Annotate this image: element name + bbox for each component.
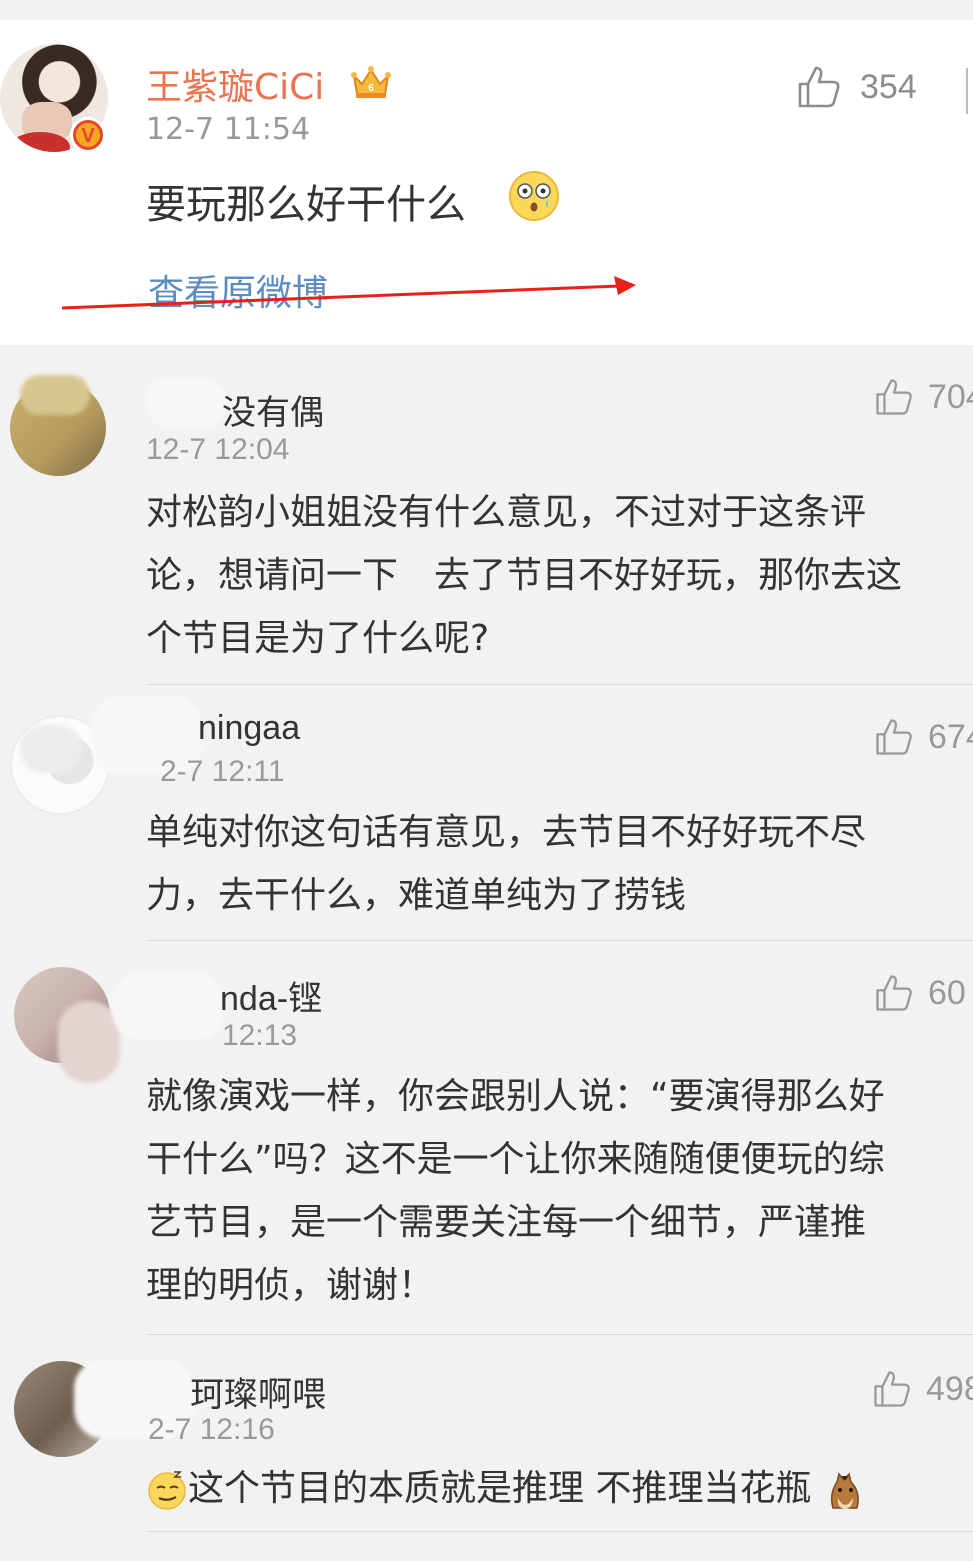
divider [146,684,973,685]
top-strip [0,0,973,20]
verified-badge-icon: V [70,117,106,153]
author-name[interactable]: 王紫璇CiCi [146,58,324,110]
like-count: 60 [928,973,966,1012]
comment-time: 2-7 12:16 [148,1413,275,1446]
weibo-comments-screen: V 王紫璇CiCi 6 12-7 11:54 要玩那么好干什么 查看原微博 35… [0,0,973,1561]
like-count: 498 [926,1369,973,1408]
divider [146,1531,973,1532]
like-count: 674 [928,717,973,756]
comment-author[interactable]: 没有偶 [222,385,324,434]
comment-author[interactable]: 珂璨啊喂 [190,1367,326,1416]
post-time: 12-7 11:54 [146,112,311,147]
comment-author[interactable]: nda-铿 [220,971,322,1020]
thumbs-up-icon [876,719,912,755]
smirk-emoji [148,1471,186,1510]
comment-text: 单纯对你这句话有意见，去节目不好好玩不尽 力，去干什么，难道单纯为了捞钱 [146,812,867,916]
flushed-face-emoji [509,171,559,221]
comment-time: 12-7 12:04 [146,433,290,466]
thumbs-up-icon [876,379,912,415]
comment-text: 就像演戏一样，你会跟别人说：“要演得那么好 干什么”吗？这不是一个让你来随随便便… [146,1076,885,1306]
blurred-name-mask [145,377,227,429]
like-button[interactable]: 354 [796,64,917,110]
thumbs-up-icon [874,1371,910,1407]
comment-time: 2-7 12:11 [160,755,285,788]
comment-text: 这个节目的本质就是推理 不推理当花瓶 [146,1457,973,1520]
main-post-card[interactable]: V 王紫璇CiCi 6 12-7 11:54 要玩那么好干什么 查看原微博 35… [0,20,973,345]
like-button[interactable]: 674 [874,715,973,759]
blurred-name-mask [112,971,224,1041]
comment-author[interactable]: ningaa [198,709,300,748]
comment-list: 没有偶 12-7 12:04 对松韵小姐姐没有什么意见，不过对于这条评 论，想请… [0,345,973,1561]
more-icon[interactable] [966,68,973,114]
comment-time: 12:13 [222,1019,298,1052]
post-text: 要玩那么好干什么 [146,182,466,228]
red-arrow-annotation [61,276,636,310]
crown-vip-icon: 6 [351,66,391,98]
thumbs-up-icon [876,975,912,1011]
like-count: 704 [928,377,973,416]
like-button[interactable]: 498 [872,1367,973,1411]
horse-emoji [830,1472,859,1509]
svg-text:6: 6 [368,83,374,94]
like-button[interactable]: 60 [874,971,966,1015]
divider [146,1334,973,1335]
comment-text: 对松韵小姐姐没有什么意见，不过对于这条评 论，想请问一下 去了节目不好好玩，那你… [146,492,903,659]
like-button[interactable]: 704 [874,375,973,419]
thumbs-up-icon [798,66,840,108]
like-count: 354 [860,67,917,106]
divider [146,940,973,941]
